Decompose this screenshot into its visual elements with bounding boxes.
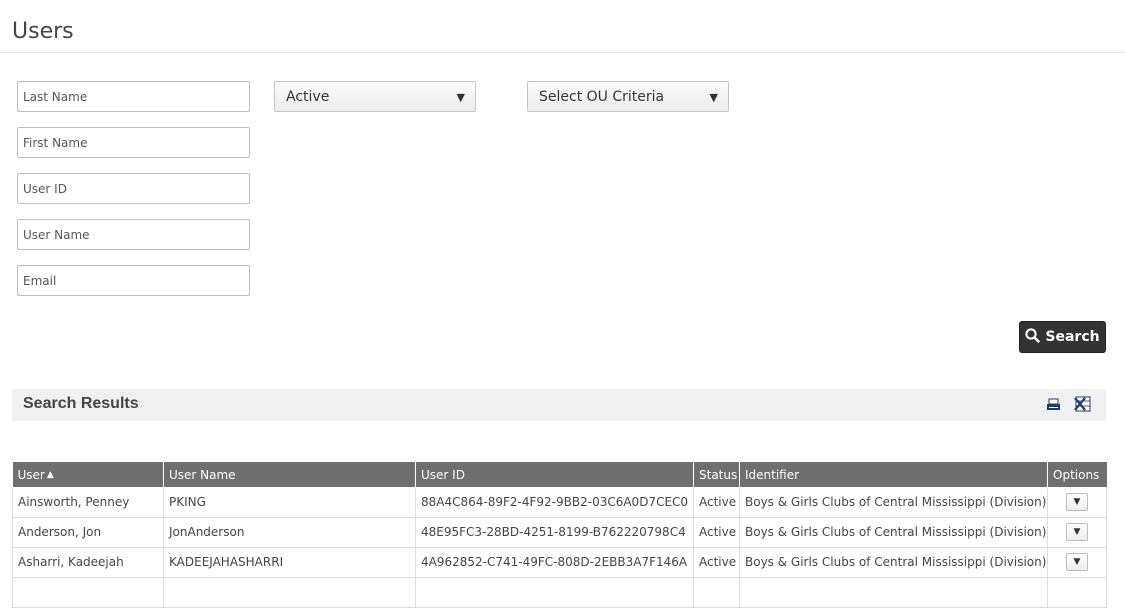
cell-user: Ainsworth, Penney xyxy=(12,487,164,518)
row-options-button[interactable]: ▼ xyxy=(1066,553,1088,571)
caret-down-icon: ▼ xyxy=(1073,496,1081,507)
cell-user-id: 48E95FC3-28BD-4251-8199-B762220798C4 xyxy=(415,517,694,548)
ou-criteria-select[interactable]: Select OU Criteria ▼ xyxy=(527,81,729,112)
print-icon[interactable] xyxy=(1046,397,1061,416)
cell-status: Active xyxy=(693,487,740,518)
title-divider xyxy=(0,52,1125,53)
cell-status: Active xyxy=(693,547,740,578)
column-header-options: Options xyxy=(1047,462,1107,487)
column-header-identifier: Identifier xyxy=(739,462,1048,487)
caret-down-icon: ▼ xyxy=(709,91,718,104)
search-results-title: Search Results xyxy=(23,395,139,412)
caret-down-icon: ▼ xyxy=(456,91,465,104)
status-select[interactable]: Active ▼ xyxy=(274,81,476,112)
last-name-input[interactable] xyxy=(17,81,250,112)
table-row: Ainsworth, Penney PKING 88A4C864-89F2-4F… xyxy=(12,487,1107,518)
first-name-input[interactable] xyxy=(17,127,250,158)
row-options-button[interactable]: ▼ xyxy=(1066,523,1088,541)
cell-status: Active xyxy=(693,517,740,548)
cell-options: ▼ xyxy=(1047,547,1107,578)
column-header-user[interactable]: User ▲ xyxy=(12,462,164,487)
cell-user: Asharri, Kadeejah xyxy=(12,547,164,578)
cell-user-id: 4A962852-C741-49FC-808D-2EBB3A7F146A xyxy=(415,547,694,578)
caret-down-icon: ▼ xyxy=(1073,557,1081,567)
cell-identifier: Boys & Girls Clubs of Central Mississipp… xyxy=(739,487,1048,518)
column-header-user-name: User Name xyxy=(163,462,416,487)
search-results-header: Search Results xyxy=(12,389,1106,421)
cell-user-name: JonAnderson xyxy=(163,517,416,548)
cell-options: ▼ xyxy=(1047,517,1107,548)
column-header-status: Status xyxy=(693,462,740,487)
excel-icon[interactable] xyxy=(1074,396,1091,416)
cell-user-id: 88A4C864-89F2-4F92-9BB2-03C6A0D7CEC0 xyxy=(415,487,694,518)
table-row: Asharri, Kadeejah KADEEJAHASHARRI 4A9628… xyxy=(12,547,1107,578)
sort-icon[interactable]: ▲ xyxy=(47,470,54,480)
table-header-row: User ▲ User Name User ID Status Identifie… xyxy=(12,462,1107,487)
table-row: Anderson, Jon JonAnderson 48E95FC3-28BD-… xyxy=(12,517,1107,548)
search-icon xyxy=(1025,327,1041,347)
user-name-input[interactable] xyxy=(17,219,250,250)
cell-user: Anderson, Jon xyxy=(12,517,164,548)
status-select-value: Active xyxy=(286,88,330,105)
cell-user-name: KADEEJAHASHARRI xyxy=(163,547,416,578)
row-options-button[interactable]: ▼ xyxy=(1066,492,1088,511)
search-button[interactable]: Search xyxy=(1019,321,1106,353)
search-button-label: Search xyxy=(1045,329,1100,345)
cell-options: ▼ xyxy=(1047,487,1107,518)
cell-identifier: Boys & Girls Clubs of Central Mississipp… xyxy=(739,547,1048,578)
email-input[interactable] xyxy=(17,265,250,296)
caret-down-icon: ▼ xyxy=(1073,527,1081,537)
column-header-user-id: User ID xyxy=(415,462,694,487)
page-title: Users xyxy=(12,18,74,44)
cell-user-name: PKING xyxy=(163,487,416,518)
cell-identifier: Boys & Girls Clubs of Central Mississipp… xyxy=(739,517,1048,548)
user-id-input[interactable] xyxy=(17,173,250,204)
results-table: User ▲ User Name User ID Status Identifie… xyxy=(12,462,1107,608)
ou-criteria-select-value: Select OU Criteria xyxy=(539,88,665,105)
